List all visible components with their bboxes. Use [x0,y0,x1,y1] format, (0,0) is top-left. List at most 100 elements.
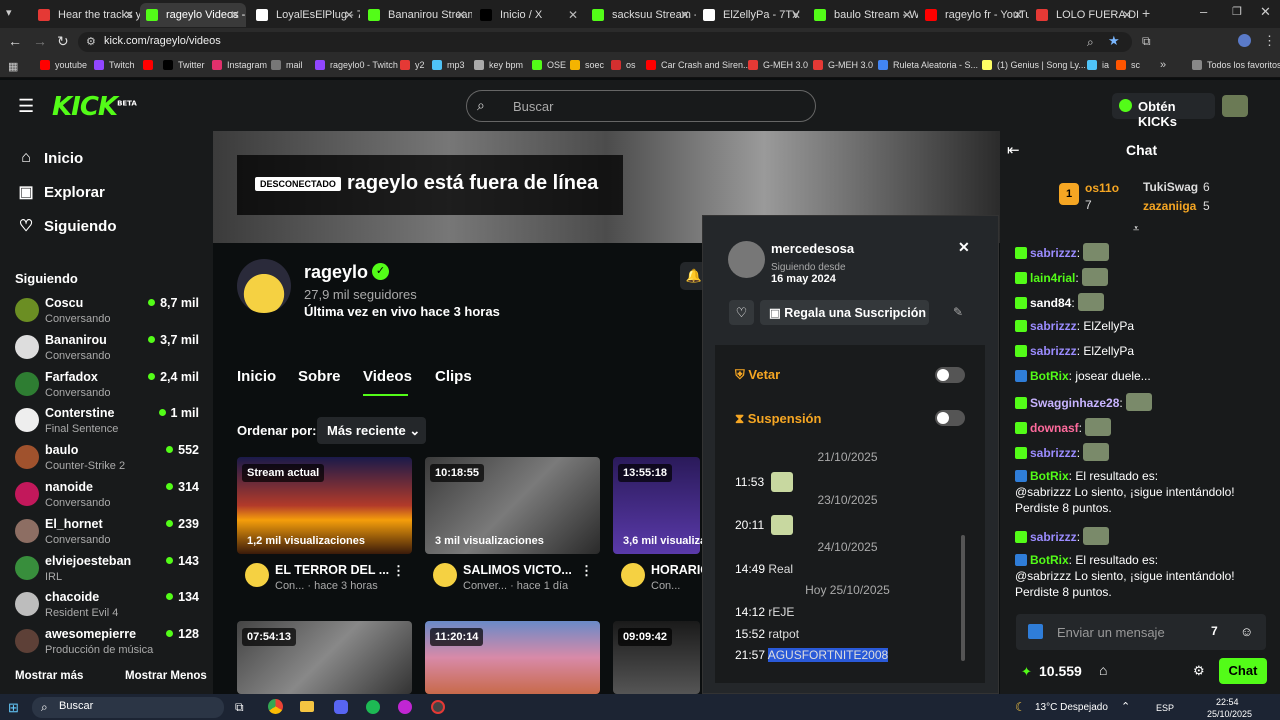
ban-toggle[interactable] [935,367,965,383]
bookmark-item[interactable]: mail [271,60,303,70]
bookmark-item[interactable]: os [611,60,636,70]
tab-inicio[interactable]: Inicio [237,368,276,385]
close-tab-icon[interactable]: ✕ [124,8,134,22]
chat-username[interactable]: sabrizzz [1030,530,1077,544]
windows-start-icon[interactable]: ⊞ [8,700,19,716]
bookmark-item[interactable]: Instagram [212,60,267,70]
browser-tab[interactable]: baulo Stream - W ✕ [808,3,918,27]
site-info-icon[interactable]: ⚙ [86,35,96,48]
bookmark-item[interactable]: OSE [532,60,566,70]
nav-inicio[interactable]: ⌂ Inicio [17,149,83,167]
bookmark-star-icon[interactable]: ★ [1108,33,1120,49]
browser-tab[interactable]: rageylo fr - YouTu ✕ [919,3,1029,27]
sidebar-channel[interactable]: baulo Counter-Strike 2 552 [15,442,205,478]
kick-logo[interactable]: KICKBETA [52,92,137,122]
tray-chevron-icon[interactable]: ⌃ [1121,700,1130,713]
close-tab-icon[interactable]: ✕ [902,8,912,22]
chat-username[interactable]: sabrizzz [1030,344,1077,358]
sidebar-channel[interactable]: Farfadox Conversando 2,4 mil [15,369,205,405]
channel-avatar[interactable] [237,259,291,313]
chat-username[interactable]: downasf [1030,421,1079,435]
7tv-icon[interactable]: 7 [1211,624,1218,638]
close-tab-icon[interactable]: ✕ [344,8,354,22]
discord-taskbar-icon[interactable] [334,700,348,714]
close-window-button[interactable]: ✕ [1260,4,1271,20]
browser-tab[interactable]: LoyalEsElPlug - 7T✕ [250,3,360,27]
close-tab-icon[interactable]: ✕ [230,8,240,22]
app-taskbar-icon[interactable] [398,700,412,714]
explorer-taskbar-icon[interactable] [300,701,314,712]
sidebar-channel[interactable]: nanoide Conversando 314 [15,479,205,515]
tab-search-icon[interactable]: ▾ [6,6,12,19]
language-indicator[interactable]: ESP [1156,703,1174,713]
show-less-button[interactable]: Mostrar Menos [125,670,207,682]
close-tab-icon[interactable]: ✕ [1013,8,1023,22]
minimize-button[interactable]: – [1200,4,1207,19]
show-more-button[interactable]: Mostrar más [15,670,83,682]
chat-username[interactable]: sabrizzz [1030,246,1077,260]
all-favorites[interactable]: Todos los favoritos [1192,60,1280,70]
chat-username[interactable]: BotRix [1030,469,1069,483]
hamburger-menu-icon[interactable]: ☰ [18,96,34,117]
more-bookmarks-icon[interactable]: » [1160,59,1166,71]
taskbar-search[interactable]: Buscar [32,697,224,718]
bookmark-item[interactable]: soec [570,60,604,70]
bookmark-item[interactable]: sc [1116,60,1140,70]
user-avatar[interactable] [1222,95,1248,117]
bookmark-item[interactable]: Twitch [94,60,135,70]
chat-username[interactable]: sand84 [1030,296,1071,310]
bookmark-item[interactable]: rageylo0 - Twitch [315,60,398,70]
browser-tab[interactable]: Inicio / X ✕ [474,3,584,27]
close-tab-icon[interactable]: ✕ [568,8,578,22]
maximize-button[interactable]: ❐ [1232,5,1242,18]
bookmark-item[interactable]: G-MEH 3.0 [813,60,873,70]
timeout-toggle[interactable] [935,410,965,426]
sidebar-channel[interactable]: chacoide Resident Evil 4 134 [15,589,205,625]
sidebar-channel[interactable]: Bananirou Conversando 3,7 mil [15,332,205,368]
menu-dots-icon[interactable]: ⋮ [1263,33,1276,49]
url-field[interactable]: kick.com/rageylo/videos [78,32,1132,52]
chat-settings-icon[interactable]: ⚙ [1193,663,1205,679]
close-tab-icon[interactable]: ✕ [791,8,801,22]
bookmark-item[interactable]: youtube [40,60,87,70]
extensions-icon[interactable]: ⧉ [1142,34,1151,49]
browser-tab[interactable]: LOLO FUERA DE C✕ [1030,3,1138,27]
chat-username[interactable]: BotRix [1030,369,1069,383]
browser-tab[interactable]: sacksuu Stream - ✕ [586,3,696,27]
tab-sobre[interactable]: Sobre [298,368,341,385]
sidebar-channel[interactable]: El_hornet Conversando 239 [15,516,205,552]
chrome-taskbar-icon[interactable] [268,699,283,714]
bookmark-item[interactable]: Ruleta Aleatoria - S... [878,60,978,70]
close-tab-icon[interactable]: ✕ [680,8,690,22]
video-title[interactable]: HORARIC [651,563,709,577]
nav-explorar[interactable]: ▣ Explorar [17,182,104,202]
bookmark-item[interactable]: Car Crash and Siren... [646,60,751,70]
bookmark-item[interactable]: y2 [400,60,425,70]
emoji-icon[interactable]: ☺ [1240,624,1253,639]
store-icon[interactable]: ⌂ [1099,662,1107,678]
collapse-chat-icon[interactable]: ⇤ [1007,141,1020,159]
spotify-taskbar-icon[interactable] [366,700,380,714]
browser-tab[interactable]: ElZellyPa - 7TV ✕ [697,3,807,27]
video-title[interactable]: SALIMOS VICTO... [463,563,572,577]
close-tab-icon[interactable]: ✕ [1122,8,1132,22]
chat-username[interactable]: lain4rial [1030,271,1075,285]
chat-username[interactable]: sabrizzz [1030,446,1077,460]
sidebar-channel[interactable]: Conterstine Final Sentence 1 mil [15,405,205,441]
sidebar-channel[interactable]: elviejoesteban IRL 143 [15,553,205,589]
back-icon[interactable]: ← [8,33,22,49]
gift-subscription-button[interactable]: ▣ Regala una Suscripción [760,300,929,325]
apps-icon[interactable]: ▦ [8,60,18,73]
expand-leaderboard-icon[interactable]: ⩡ [1133,223,1139,236]
bookmark-item[interactable]: ia [1087,60,1109,70]
new-tab-button[interactable]: + [1142,5,1150,21]
sidebar-channel[interactable]: awesomepierre Producción de música 128 [15,626,205,662]
forward-icon[interactable]: → [33,33,47,49]
close-icon[interactable]: ✕ [958,239,970,256]
bookmark-item[interactable]: Twitter [163,60,205,70]
video-options-icon[interactable]: ⋮ [392,563,405,579]
task-view-icon[interactable]: ⧉ [235,700,244,715]
mute-icon[interactable]: ✎ [953,305,963,319]
chat-username[interactable]: sabrizzz [1030,319,1077,333]
browser-tab[interactable]: Bananirou Stream ✕ [362,3,472,27]
